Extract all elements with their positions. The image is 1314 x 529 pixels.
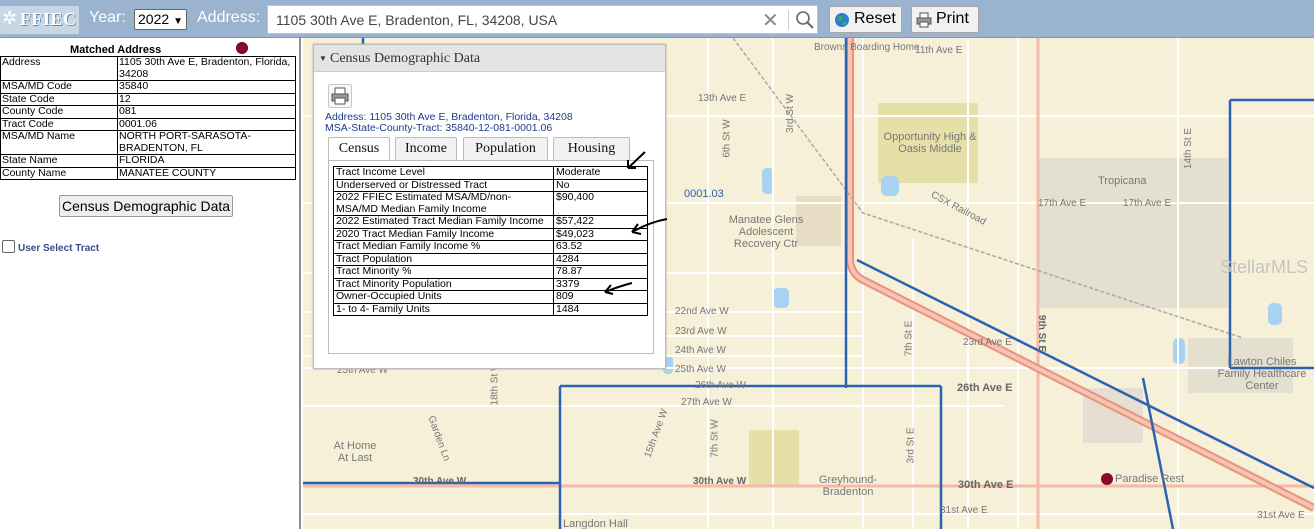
annotation-arrow	[627, 151, 646, 169]
annotation-layer	[604, 151, 668, 295]
